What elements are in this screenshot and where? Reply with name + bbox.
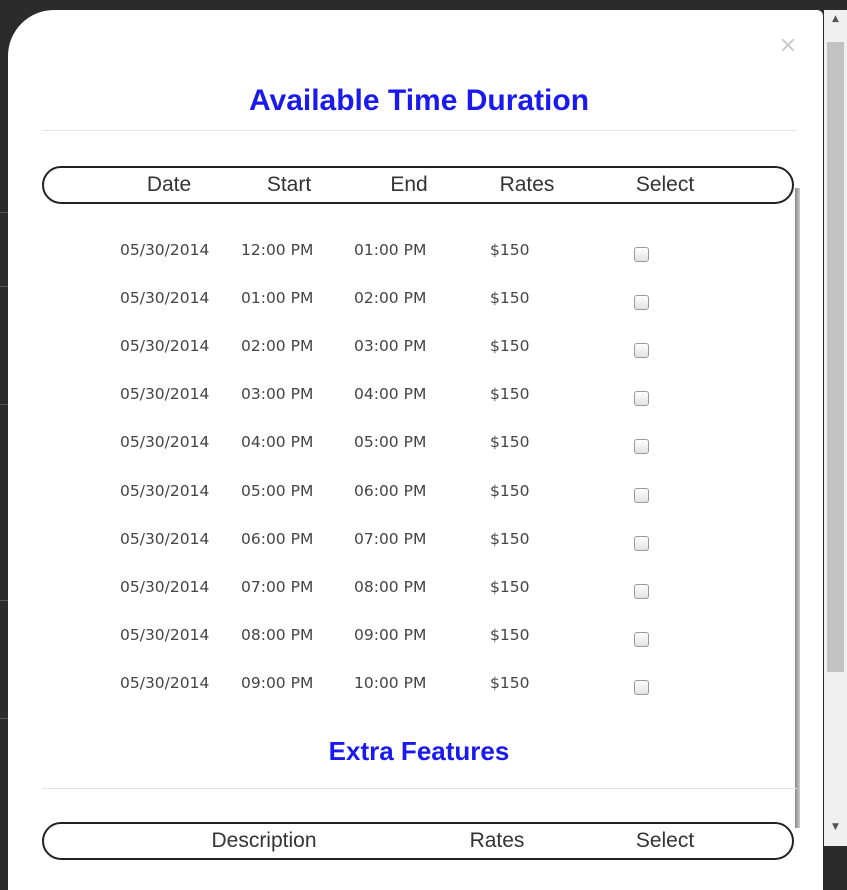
row-end-time: 07:00 PM	[354, 530, 427, 548]
header-rates: Rates	[469, 829, 525, 852]
row-date: 05/30/2014	[120, 626, 210, 644]
row-start-time: 09:00 PM	[241, 674, 314, 692]
table-row: 05/30/2014 05:00 PM 06:00 PM $150	[8, 479, 808, 527]
row-rate: $150	[490, 385, 530, 403]
row-start-time: 02:00 PM	[241, 337, 314, 355]
table-row: 05/30/2014 06:00 PM 07:00 PM $150	[8, 527, 808, 575]
row-rate: $150	[490, 674, 530, 692]
row-date: 05/30/2014	[120, 578, 210, 596]
table-row: 05/30/2014 09:00 PM 10:00 PM $150	[8, 671, 808, 719]
table-row: 05/30/2014 02:00 PM 03:00 PM $150	[8, 334, 808, 382]
row-date: 05/30/2014	[120, 385, 210, 403]
row-end-time: 03:00 PM	[354, 337, 427, 355]
select-checkbox[interactable]	[634, 536, 649, 551]
row-start-time: 04:00 PM	[241, 433, 314, 451]
row-end-time: 02:00 PM	[354, 289, 427, 307]
time-table-header: Date Start End Rates Select	[42, 166, 794, 204]
close-icon[interactable]: ×	[778, 35, 798, 57]
row-end-time: 08:00 PM	[354, 578, 427, 596]
title-divider	[42, 130, 797, 131]
table-row: 05/30/2014 03:00 PM 04:00 PM $150	[8, 382, 808, 430]
row-date: 05/30/2014	[120, 482, 210, 500]
row-start-time: 05:00 PM	[241, 482, 314, 500]
header-select: Select	[635, 829, 695, 852]
table-row: 05/30/2014 01:00 PM 02:00 PM $150	[8, 286, 808, 334]
row-rate: $150	[490, 433, 530, 451]
scroll-thumb[interactable]	[827, 42, 844, 672]
scroll-up-icon[interactable]: ▲	[824, 10, 847, 28]
table-row: 05/30/2014 08:00 PM 09:00 PM $150	[8, 623, 808, 671]
time-duration-modal: × Available Time Duration Date Start End…	[8, 10, 823, 890]
extra-features-divider	[42, 788, 797, 789]
row-start-time: 08:00 PM	[241, 626, 314, 644]
select-checkbox[interactable]	[634, 295, 649, 310]
row-date: 05/30/2014	[120, 337, 210, 355]
header-description: Description	[211, 829, 317, 852]
row-rate: $150	[490, 241, 530, 259]
row-start-time: 03:00 PM	[241, 385, 314, 403]
header-start: Start	[266, 173, 312, 196]
scroll-down-icon[interactable]: ▼	[824, 818, 847, 836]
modal-title: Available Time Duration	[248, 84, 590, 117]
header-rates: Rates	[499, 173, 555, 196]
row-rate: $150	[490, 289, 530, 307]
row-end-time: 05:00 PM	[354, 433, 427, 451]
row-end-time: 04:00 PM	[354, 385, 427, 403]
row-rate: $150	[490, 626, 530, 644]
row-rate: $150	[490, 530, 530, 548]
select-checkbox[interactable]	[634, 632, 649, 647]
select-checkbox[interactable]	[634, 584, 649, 599]
row-end-time: 01:00 PM	[354, 241, 427, 259]
row-date: 05/30/2014	[120, 674, 210, 692]
header-select: Select	[635, 173, 695, 196]
row-start-time: 07:00 PM	[241, 578, 314, 596]
row-rate: $150	[490, 482, 530, 500]
select-checkbox[interactable]	[634, 391, 649, 406]
row-end-time: 09:00 PM	[354, 626, 427, 644]
row-start-time: 12:00 PM	[241, 241, 314, 259]
select-checkbox[interactable]	[634, 488, 649, 503]
extra-features-header: Description Rates Select	[42, 822, 794, 860]
select-checkbox[interactable]	[634, 343, 649, 358]
header-date: Date	[146, 173, 192, 196]
row-date: 05/30/2014	[120, 433, 210, 451]
row-date: 05/30/2014	[120, 530, 210, 548]
extra-features-title: Extra Features	[328, 736, 510, 766]
select-checkbox[interactable]	[634, 680, 649, 695]
table-row: 05/30/2014 12:00 PM 01:00 PM $150	[8, 238, 808, 286]
row-rate: $150	[490, 337, 530, 355]
row-rate: $150	[490, 578, 530, 596]
row-start-time: 01:00 PM	[241, 289, 314, 307]
row-end-time: 10:00 PM	[354, 674, 427, 692]
header-end: End	[390, 173, 428, 196]
select-checkbox[interactable]	[634, 247, 649, 262]
row-start-time: 06:00 PM	[241, 530, 314, 548]
row-end-time: 06:00 PM	[354, 482, 427, 500]
select-checkbox[interactable]	[634, 439, 649, 454]
vertical-scrollbar[interactable]: ▲ ▼	[824, 10, 847, 846]
table-row: 05/30/2014 04:00 PM 05:00 PM $150	[8, 430, 808, 478]
row-date: 05/30/2014	[120, 289, 210, 307]
row-date: 05/30/2014	[120, 241, 210, 259]
table-row: 05/30/2014 07:00 PM 08:00 PM $150	[8, 575, 808, 623]
